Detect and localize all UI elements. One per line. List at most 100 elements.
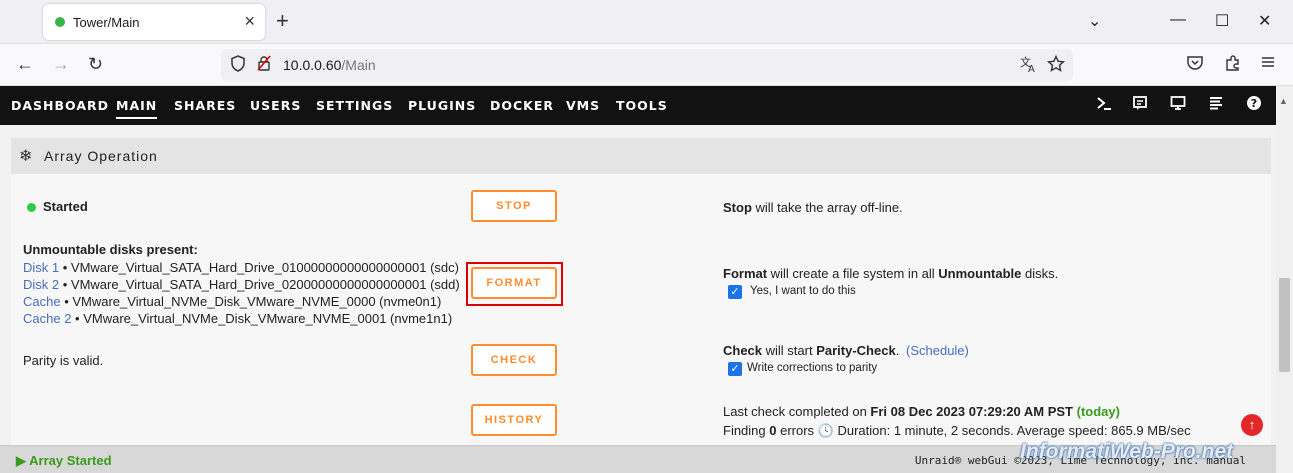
- browser-tab[interactable]: Tower/Main ×: [43, 4, 265, 40]
- write-corrections-checkbox[interactable]: ✓: [728, 362, 742, 376]
- last-check-result: Finding 0 errors 🕓 Duration: 1 minute, 2…: [723, 423, 1191, 439]
- stop-description: Stop will take the array off-line.: [723, 200, 903, 215]
- disk-2-detail: • VMware_Virtual_SATA_Hard_Drive_0200000…: [59, 277, 460, 292]
- menu-item-shares[interactable]: SHARES: [174, 98, 236, 113]
- disk-2-link[interactable]: Disk 2: [23, 277, 59, 292]
- browser-tab-bar: Tower/Main × + ⌄ — ☐ ✕: [0, 0, 1293, 44]
- minimize-icon[interactable]: —: [1170, 11, 1186, 29]
- url-host: 10.0.0.60: [283, 57, 342, 73]
- list-item: Disk 1 • VMware_Virtual_SATA_Hard_Drive_…: [23, 259, 460, 276]
- scroll-to-top-icon[interactable]: ↑: [1241, 414, 1263, 436]
- history-button[interactable]: HISTORY: [471, 404, 557, 436]
- url-bar[interactable]: 10.0.0.60/Main 文A: [221, 49, 1073, 81]
- menu-item-main[interactable]: MAIN: [116, 98, 158, 119]
- array-status-text: Started: [43, 199, 88, 214]
- format-desc-mid: will create a file system in all: [767, 266, 939, 281]
- disk-1-detail: • VMware_Virtual_SATA_Hard_Drive_0100000…: [59, 260, 459, 275]
- unmountable-disk-list: Disk 1 • VMware_Virtual_SATA_Hard_Drive_…: [23, 259, 460, 327]
- format-desc-bold2: Unmountable: [938, 266, 1022, 281]
- forward-icon[interactable]: →: [52, 54, 70, 74]
- last-check-prefix: Last check completed on: [723, 404, 871, 419]
- back-icon[interactable]: ←: [16, 54, 34, 74]
- menu-item-users[interactable]: USERS: [250, 98, 301, 113]
- errors-suffix: errors: [776, 423, 818, 438]
- log-icon[interactable]: [1208, 95, 1224, 115]
- cache-detail: • VMware_Virtual_NVMe_Disk_VMware_NVME_0…: [60, 294, 442, 309]
- last-check-date: Fri 08 Dec 2023 07:29:20 AM PST: [870, 404, 1073, 419]
- footer-array-status: ▶ Array Started: [16, 453, 112, 469]
- duration-text: Duration: 1 minute, 2 seconds. Average s…: [833, 423, 1191, 438]
- format-desc-end: disks.: [1021, 266, 1059, 281]
- bookmark-star-icon[interactable]: [1046, 54, 1066, 78]
- tab-list-icon[interactable]: ⌄: [1088, 11, 1101, 31]
- cache-link[interactable]: Cache: [23, 294, 61, 309]
- svg-text:?: ?: [1251, 97, 1257, 110]
- unmountable-heading: Unmountable disks present:: [23, 242, 198, 257]
- check-desc-bold: Check: [723, 343, 763, 358]
- pocket-icon[interactable]: [1186, 54, 1204, 76]
- url-text[interactable]: 10.0.0.60/Main: [283, 57, 376, 73]
- check-button[interactable]: CHECK: [471, 344, 557, 376]
- play-circle-icon: ▶: [16, 453, 26, 468]
- parity-status: Parity is valid.: [23, 353, 104, 368]
- section-title: Array Operation: [44, 148, 158, 164]
- check-desc-end: .: [895, 343, 900, 358]
- format-desc-bold: Format: [723, 266, 768, 281]
- shield-icon[interactable]: [230, 55, 246, 77]
- footer-status-text: Array Started: [29, 453, 112, 468]
- close-window-icon[interactable]: ✕: [1258, 11, 1271, 31]
- menu-item-dashboard[interactable]: DASHBOARD: [11, 98, 109, 113]
- clock-icon: 🕓: [817, 423, 834, 438]
- scrollbar-thumb[interactable]: [1279, 278, 1290, 372]
- check-desc-bold2: Parity-Check: [816, 343, 896, 358]
- check-description: Check will start Parity-Check.: [723, 343, 899, 358]
- tab-close-icon[interactable]: ×: [244, 11, 255, 32]
- finding-label: Finding: [723, 423, 770, 438]
- cache-2-link[interactable]: Cache 2: [23, 311, 71, 326]
- format-confirm-label: Yes, I want to do this: [750, 285, 856, 297]
- last-check-today: (today): [1076, 404, 1120, 419]
- menu-item-vms[interactable]: VMS: [566, 98, 600, 113]
- insecure-lock-icon[interactable]: [257, 55, 271, 75]
- menu-item-plugins[interactable]: PLUGINS: [408, 98, 476, 113]
- monitor-icon[interactable]: [1170, 95, 1186, 115]
- unraid-main-menu: DASHBOARD MAIN SHARES USERS SETTINGS PLU…: [0, 86, 1276, 125]
- list-item: Disk 2 • VMware_Virtual_SATA_Hard_Drive_…: [23, 276, 460, 293]
- extensions-icon[interactable]: [1224, 54, 1242, 76]
- menu-item-docker[interactable]: DOCKER: [490, 98, 554, 113]
- stop-button[interactable]: STOP: [471, 190, 557, 222]
- scroll-up-arrow-icon[interactable]: ▲: [1279, 96, 1288, 106]
- hamburger-menu-icon[interactable]: [1260, 54, 1276, 74]
- feedback-icon[interactable]: [1132, 95, 1148, 115]
- disk-1-link[interactable]: Disk 1: [23, 260, 59, 275]
- reload-icon[interactable]: ↻: [88, 54, 103, 74]
- format-description: Format will create a file system in all …: [723, 266, 1058, 281]
- maximize-icon[interactable]: ☐: [1215, 11, 1229, 31]
- status-started-dot-icon: [27, 203, 36, 212]
- stop-desc-text: will take the array off-line.: [751, 200, 903, 215]
- watermark-text: InformatiWeb-Pro.net: [1020, 440, 1234, 463]
- format-confirm-checkbox[interactable]: ✓: [728, 285, 742, 299]
- highlight-box: [466, 262, 563, 306]
- cache-2-detail: • VMware_Virtual_NVMe_Disk_VMware_NVME_0…: [71, 311, 453, 326]
- stop-desc-bold: Stop: [723, 200, 752, 215]
- svg-text:A: A: [1028, 64, 1035, 73]
- list-item: Cache • VMware_Virtual_NVMe_Disk_VMware_…: [23, 293, 460, 310]
- browser-nav-bar: ← → ↻ 10.0.0.60/Main 文A: [0, 44, 1293, 86]
- check-desc-mid: will start: [762, 343, 817, 358]
- schedule-link[interactable]: (Schedule): [906, 343, 969, 358]
- write-corrections-label: Write corrections to parity: [747, 362, 878, 374]
- translate-icon[interactable]: 文A: [1020, 55, 1038, 78]
- array-operation-header: ❄ Array Operation: [11, 138, 1271, 174]
- help-icon[interactable]: ?: [1246, 95, 1262, 115]
- menu-item-settings[interactable]: SETTINGS: [316, 98, 393, 113]
- list-item: Cache 2 • VMware_Virtual_NVMe_Disk_VMwar…: [23, 310, 460, 327]
- terminal-icon[interactable]: [1096, 95, 1112, 115]
- favicon-icon: [55, 17, 65, 27]
- last-check-info: Last check completed on Fri 08 Dec 2023 …: [723, 404, 1120, 419]
- menu-item-tools[interactable]: TOOLS: [616, 98, 668, 113]
- snowflake-icon: ❄: [19, 148, 33, 165]
- tab-title: Tower/Main: [73, 15, 140, 30]
- new-tab-icon[interactable]: +: [276, 8, 289, 34]
- url-path: /Main: [341, 57, 376, 73]
